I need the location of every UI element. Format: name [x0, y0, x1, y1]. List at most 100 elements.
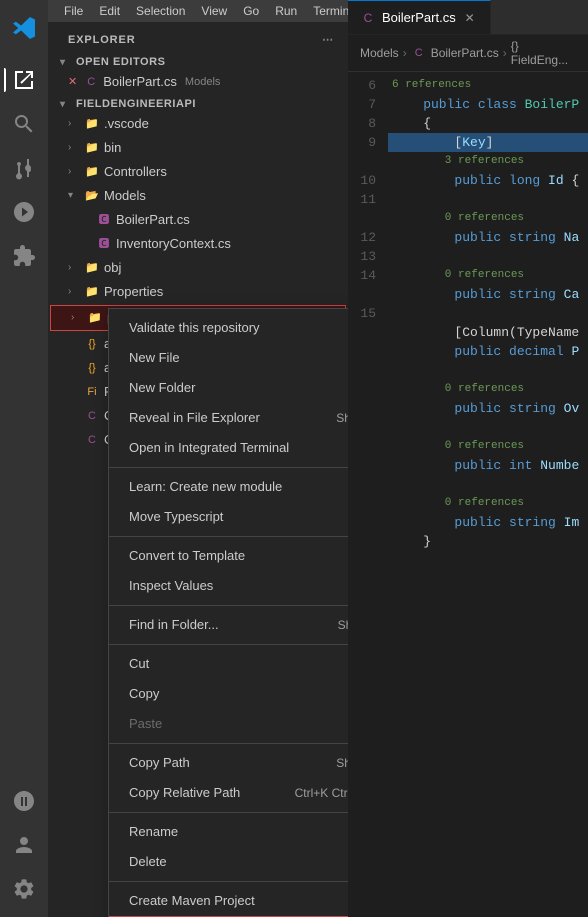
code-line: public string Im — [388, 513, 588, 532]
code-line: 0 references — [388, 209, 588, 228]
menu-bar: File Edit Selection View Go Run Terminal… — [48, 0, 348, 23]
code-line: public decimal P — [388, 342, 588, 361]
json-file-icon: {} — [84, 336, 100, 352]
menu-copy-path[interactable]: Copy Path Shift+Alt+C — [109, 748, 348, 778]
context-menu: Validate this repository New File New Fo… — [108, 308, 348, 917]
menu-copy[interactable]: Copy Ctrl+C — [109, 679, 348, 709]
tab-filename: BoilerPart.cs — [382, 10, 456, 25]
code-line — [388, 361, 588, 380]
menu-move-typescript[interactable]: Move Typescript — [109, 502, 348, 532]
breadcrumb-sep-2: › — [503, 46, 507, 60]
menu-open-terminal[interactable]: Open in Integrated Terminal — [109, 433, 348, 463]
tree-inventorycontext-cs[interactable]: 🅲 InventoryContext.cs — [48, 232, 348, 256]
close-icon[interactable]: ✕ — [68, 71, 77, 93]
editor-tab-boilerpart[interactable]: C BoilerPart.cs ✕ — [348, 0, 491, 34]
remote-icon[interactable] — [4, 781, 44, 821]
tree-obj[interactable]: › 📁 obj — [48, 256, 348, 280]
breadcrumb-models[interactable]: Models — [360, 46, 399, 60]
open-editors-label: OPEN EDITORS — [76, 56, 166, 68]
menu-view[interactable]: View — [193, 2, 235, 20]
menu-learn-create-module[interactable]: Learn: Create new module — [109, 472, 348, 502]
vscode-logo-icon[interactable] — [4, 8, 44, 48]
code-line: 0 references — [388, 380, 588, 399]
folder-icon: 📁 — [84, 140, 100, 156]
open-editors-section[interactable]: ▾ OPEN EDITORS — [48, 52, 348, 70]
code-line: 6 references — [388, 76, 588, 95]
menu-new-folder[interactable]: New Folder — [109, 373, 348, 403]
editor-area: C BoilerPart.cs ✕ Models › C BoilerPart.… — [348, 0, 588, 917]
menu-cut[interactable]: Cut Ctrl+X — [109, 649, 348, 679]
code-line — [388, 304, 588, 323]
accounts-icon[interactable] — [4, 825, 44, 865]
breadcrumb-field[interactable]: {} FieldEng... — [511, 39, 576, 67]
tree-properties[interactable]: › 📁 Properties — [48, 280, 348, 304]
tree-item-label: Properties — [104, 281, 163, 303]
tab-close-button[interactable]: ✕ — [462, 10, 478, 26]
settings-icon[interactable] — [4, 869, 44, 909]
folder-icon: 📁 — [87, 310, 103, 326]
editor-tabs: C BoilerPart.cs ✕ — [348, 0, 588, 35]
folder-open-icon: 📂 — [84, 188, 100, 204]
tree-item-label: InventoryContext.cs — [116, 233, 231, 255]
menu-paste[interactable]: Paste Ctrl+V — [109, 709, 348, 739]
tree-controllers[interactable]: › 📁 Controllers — [48, 160, 348, 184]
code-line: [Column(TypeName — [388, 323, 588, 342]
menu-go[interactable]: Go — [235, 2, 267, 20]
tree-bin[interactable]: › 📁 bin — [48, 136, 348, 160]
code-line: public class BoilerP — [388, 95, 588, 114]
tree-vscode[interactable]: › 📁 .vscode — [48, 112, 348, 136]
menu-reveal-file-explorer[interactable]: Reveal in File Explorer Shift+Alt+R — [109, 403, 348, 433]
tree-boilerpart-cs[interactable]: 🅲 BoilerPart.cs — [48, 208, 348, 232]
tree-item-label: Controllers — [104, 161, 167, 183]
code-line: 0 references — [388, 437, 588, 456]
menu-copy-relative-path[interactable]: Copy Relative Path Ctrl+K Ctrl+Shift+C — [109, 778, 348, 808]
run-debug-icon[interactable] — [4, 192, 44, 232]
source-control-icon[interactable] — [4, 148, 44, 188]
cs-file-icon: 🅲 — [96, 236, 112, 252]
menu-rename[interactable]: Rename F2 — [109, 817, 348, 847]
menu-separator-1 — [109, 467, 348, 468]
menu-separator-7 — [109, 881, 348, 882]
tree-models[interactable]: ▾ 📂 Models — [48, 184, 348, 208]
tree-item-label: .vscode — [104, 113, 149, 135]
code-line: 0 references — [388, 494, 588, 513]
code-line — [388, 418, 588, 437]
tab-file-icon: C — [360, 10, 376, 26]
code-line: public int Numbe — [388, 456, 588, 475]
menu-inspect-values[interactable]: Inspect Values — [109, 571, 348, 601]
code-content: 6 references public class BoilerP { [Key… — [388, 72, 588, 917]
fieldengineeriapi-label: FIELDENGINEERIAPI — [76, 98, 196, 110]
menu-validate-repository[interactable]: Validate this repository — [109, 313, 348, 343]
code-line — [388, 190, 588, 209]
breadcrumb-filename[interactable]: BoilerPart.cs — [431, 46, 499, 60]
menu-delete[interactable]: Delete Delete — [109, 847, 348, 877]
menu-file[interactable]: File — [56, 2, 91, 20]
extensions-icon[interactable] — [4, 236, 44, 276]
menu-selection[interactable]: Selection — [128, 2, 193, 20]
activity-bar — [0, 0, 48, 917]
fieldengineeriapi-chevron: ▾ — [60, 99, 72, 110]
search-icon[interactable] — [4, 104, 44, 144]
open-editor-context: Models — [185, 71, 220, 93]
json-file-icon: {} — [84, 360, 100, 376]
open-editor-boilerpart[interactable]: ✕ C BoilerPart.cs Models — [48, 70, 348, 94]
explorer-header-icons: ⋯ — [320, 31, 336, 48]
menu-new-file[interactable]: New File — [109, 343, 348, 373]
explorer-icon[interactable] — [4, 60, 44, 100]
menu-find-folder[interactable]: Find in Folder... Shift+Alt+F — [109, 610, 348, 640]
code-line: public string Na — [388, 228, 588, 247]
tree-item-label: obj — [104, 257, 121, 279]
menu-create-maven[interactable]: Create Maven Project — [109, 886, 348, 916]
new-file-header-icon[interactable]: ⋯ — [320, 31, 336, 48]
menu-edit[interactable]: Edit — [91, 2, 128, 20]
tree-item-label: BoilerPart.cs — [116, 209, 190, 231]
folder-icon: 📁 — [84, 260, 100, 276]
code-line: [Key] — [388, 133, 588, 152]
menu-convert-template[interactable]: Convert to Template — [109, 541, 348, 571]
menu-terminal[interactable]: Terminal — [305, 2, 348, 20]
fieldengineeriapi-section[interactable]: ▾ FIELDENGINEERIAPI — [48, 94, 348, 112]
menu-run[interactable]: Run — [267, 2, 305, 20]
code-line: public long Id { — [388, 171, 588, 190]
folder-icon: 📁 — [84, 284, 100, 300]
code-line: public string Ca — [388, 285, 588, 304]
